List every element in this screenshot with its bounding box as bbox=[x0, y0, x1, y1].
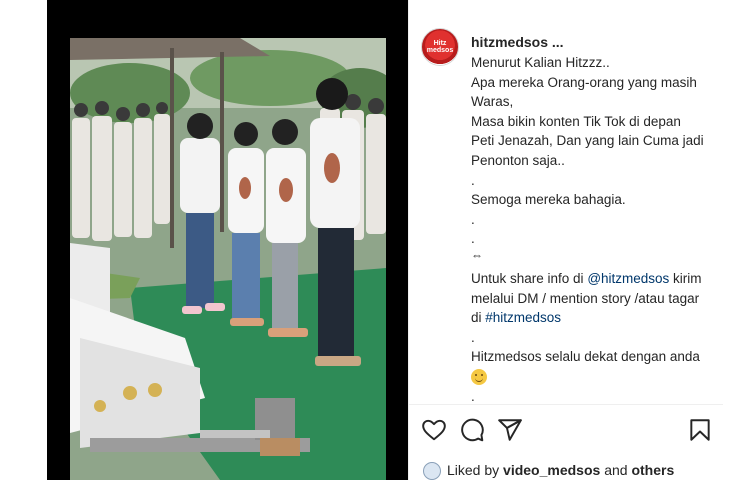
profile-avatar[interactable]: Hitz medsos bbox=[421, 28, 459, 66]
liker-username-link[interactable]: video_medsos bbox=[503, 462, 600, 478]
likes-prefix: Liked by bbox=[447, 462, 504, 478]
post-caption: Menurut Kalian Hitzzz.. Apa mereka Orang… bbox=[471, 53, 719, 406]
funeral-scene-image bbox=[70, 38, 386, 480]
share-info-line-3: di #hitzmedsos bbox=[471, 308, 719, 328]
comment-icon[interactable] bbox=[459, 417, 485, 443]
mention-link[interactable]: @hitzmedsos bbox=[587, 271, 669, 286]
share-icon[interactable] bbox=[497, 417, 523, 443]
username-link[interactable]: hitzmedsos ... bbox=[471, 34, 564, 50]
avatar-logo-text: Hitz medsos bbox=[426, 40, 454, 54]
caption-line: Penonton saja.. bbox=[471, 152, 565, 168]
share-text-di: di bbox=[471, 310, 486, 326]
emoji-line bbox=[471, 367, 719, 387]
caption-line: Peti Jenazah, Dan yang lain Cuma jadi bbox=[471, 133, 704, 149]
post-video[interactable] bbox=[47, 0, 408, 480]
instagram-post: Hitz medsos hitzmedsos ... Menurut Kalia… bbox=[47, 0, 723, 480]
share-info-line-2: melalui DM / mention story /atau tagar bbox=[471, 290, 700, 306]
caption-line: Semoga mereka bahagia. bbox=[471, 192, 626, 208]
page-margin bbox=[723, 0, 750, 480]
caption-line: Masa bikin konten Tik Tok di depan bbox=[471, 113, 681, 129]
caption-dot: . bbox=[471, 329, 475, 345]
bookmark-icon[interactable] bbox=[687, 417, 713, 443]
likes-middle: and bbox=[600, 462, 632, 478]
others-link[interactable]: others bbox=[631, 462, 674, 478]
liker-avatar[interactable] bbox=[423, 462, 441, 480]
heart-icon[interactable] bbox=[421, 417, 447, 443]
post-actions-bar bbox=[409, 404, 723, 457]
caption-line: . bbox=[471, 231, 475, 247]
caption-line: Apa mereka Orang-orang yang masih bbox=[471, 74, 697, 90]
caption-line: Menurut Kalian Hitzzz.. bbox=[471, 55, 610, 70]
likes-summary: Liked by video_medsos and others bbox=[423, 462, 674, 480]
smiling-face-emoji bbox=[471, 369, 487, 386]
caption-line: . bbox=[471, 211, 475, 227]
share-text: Untuk share info di bbox=[471, 270, 588, 286]
closing-line: Hitzmedsos selalu dekat dengan anda bbox=[471, 349, 700, 365]
left-right-arrow-emoji: ⇔ bbox=[471, 247, 483, 262]
caption-line: Waras, bbox=[471, 94, 514, 110]
share-info-line: Untuk share info di @hitzmedsos kirim bbox=[471, 269, 719, 289]
share-text-end: kirim bbox=[669, 270, 702, 286]
hashtag-link[interactable]: #hitzmedsos bbox=[485, 310, 561, 325]
post-details-panel: Hitz medsos hitzmedsos ... Menurut Kalia… bbox=[408, 0, 723, 480]
caption-line: . bbox=[471, 172, 475, 188]
